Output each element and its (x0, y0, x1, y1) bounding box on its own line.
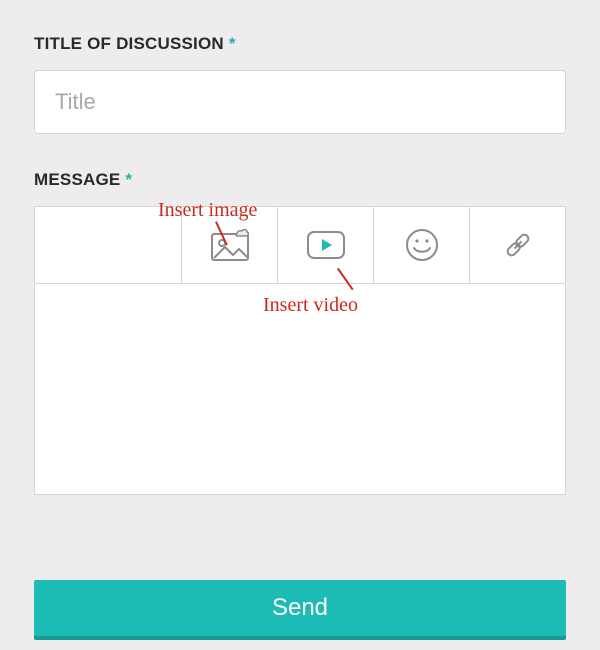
insert-image-button[interactable] (181, 207, 277, 283)
title-input[interactable] (34, 70, 566, 134)
insert-emoji-button[interactable] (373, 207, 469, 283)
message-label: MESSAGE * (34, 170, 566, 190)
message-label-text: MESSAGE (34, 170, 120, 189)
insert-video-button[interactable] (277, 207, 373, 283)
send-button-label: Send (272, 594, 328, 622)
title-label: TITLE OF DISCUSSION * (34, 34, 566, 54)
video-icon (306, 230, 346, 260)
emoji-icon (405, 228, 439, 262)
message-textarea[interactable] (35, 284, 565, 494)
editor-toolbar (35, 207, 565, 284)
title-required-mark: * (229, 34, 236, 53)
send-button[interactable]: Send (34, 580, 566, 640)
insert-link-button[interactable] (469, 207, 565, 283)
title-label-text: TITLE OF DISCUSSION (34, 34, 224, 53)
message-editor (34, 206, 566, 495)
message-required-mark: * (125, 170, 132, 189)
link-icon (500, 227, 536, 263)
toolbar-spacer (35, 207, 181, 283)
image-icon (211, 229, 249, 261)
